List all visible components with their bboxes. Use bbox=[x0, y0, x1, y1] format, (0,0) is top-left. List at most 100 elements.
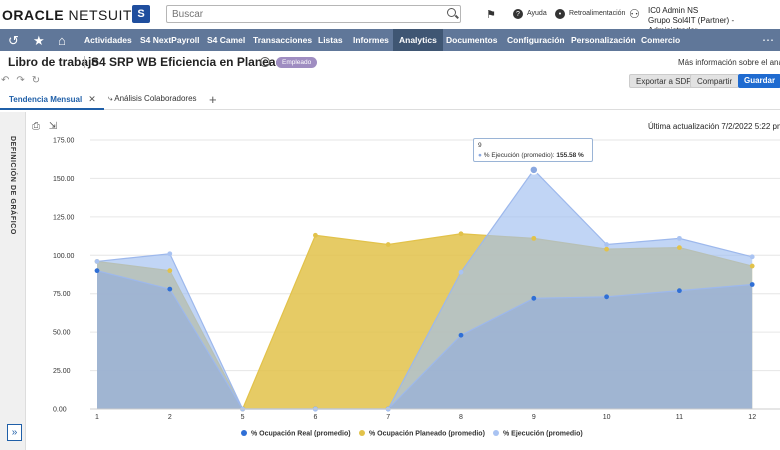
share-button[interactable]: Compartir bbox=[690, 74, 740, 88]
legend-label-execution: % Ejecución (promedio) bbox=[503, 430, 583, 438]
chart-tooltip: 9 ● % Ejecución (promedio): 155.58 % bbox=[473, 138, 593, 162]
save-button[interactable]: Guardar bbox=[738, 74, 780, 88]
nav-item-documentos[interactable]: Documentos bbox=[446, 29, 497, 51]
y-tick-label: 100.00 bbox=[53, 253, 75, 260]
company-logo[interactable]: S bbox=[132, 5, 150, 23]
refresh-icon[interactable]: ↻ bbox=[32, 75, 47, 86]
monthly-trend-area-chart[interactable]: 0.0025.0050.0075.00100.00125.00150.00175… bbox=[26, 130, 780, 426]
company-logo-text: S bbox=[137, 8, 145, 20]
point-real bbox=[167, 286, 173, 292]
x-tick-label: 12 bbox=[748, 414, 756, 421]
workbook-tabs: Tendencia Mensual ✕ ⤷ Análisis Colaborado… bbox=[0, 92, 780, 110]
tooltip-value: 155.58 % bbox=[556, 152, 584, 159]
feedback-link[interactable]: Retroalimentación bbox=[569, 10, 625, 17]
point-execution bbox=[458, 269, 464, 275]
nav-item-s4-nextpayroll[interactable]: S4 NextPayroll bbox=[140, 29, 200, 51]
point-planned bbox=[531, 235, 537, 241]
tab-label: Análisis Colaboradores bbox=[114, 94, 197, 103]
point-planned bbox=[749, 263, 755, 269]
chart-legend: % Ocupación Real (promedio) % Ocupación … bbox=[0, 430, 780, 442]
point-execution bbox=[677, 235, 682, 241]
undo-redo-icons: ↶↷↻ bbox=[1, 75, 47, 86]
role-badge: Empleado bbox=[276, 57, 318, 68]
y-tick-label: 0.00 bbox=[53, 407, 67, 414]
undo-icon[interactable]: ↶ bbox=[1, 75, 16, 86]
point-real bbox=[94, 268, 100, 274]
user-name: IC0 Admin NS bbox=[648, 6, 699, 15]
nav-more-icon[interactable]: ⋯ bbox=[762, 33, 774, 47]
nav-item-actividades[interactable]: Actividades bbox=[84, 29, 132, 51]
x-tick-label: 8 bbox=[459, 414, 463, 421]
help-icon[interactable]: ? bbox=[513, 9, 523, 19]
point-highlight bbox=[529, 165, 539, 175]
point-planned bbox=[677, 245, 682, 250]
user-role-icon[interactable]: ⚇ bbox=[629, 7, 640, 21]
nav-item-personalizacion[interactable]: Personalización bbox=[571, 29, 636, 51]
legend-label-planned: % Ocupación Planeado (promedio) bbox=[369, 430, 485, 438]
legend-dot-real bbox=[241, 430, 247, 436]
legend-dot-planned bbox=[359, 430, 365, 436]
legend-item-planned[interactable]: % Ocupación Planeado (promedio) bbox=[359, 430, 485, 438]
point-execution bbox=[604, 242, 609, 247]
close-tab-icon[interactable]: ✕ bbox=[88, 94, 96, 104]
y-tick-label: 75.00 bbox=[53, 291, 71, 298]
page-title-row: Libro de trabajo S4 SRP WB Eficiencia en… bbox=[0, 52, 780, 72]
point-real bbox=[458, 332, 464, 338]
recent-records-icon[interactable]: ⚑ bbox=[486, 8, 496, 21]
top-header: ORACLE NETSUITE S ⚑ ? Ayuda • Retroalime… bbox=[0, 0, 780, 35]
point-execution bbox=[94, 259, 100, 264]
x-tick-label: 9 bbox=[532, 414, 536, 421]
title-divider bbox=[84, 56, 85, 68]
favorites-star-icon[interactable]: ★ bbox=[33, 33, 45, 49]
point-planned bbox=[167, 268, 173, 274]
info-icon[interactable]: i bbox=[260, 57, 270, 67]
logo-oracle-text: ORACLE bbox=[2, 7, 65, 23]
global-search-input[interactable] bbox=[166, 5, 461, 23]
feedback-icon[interactable]: • bbox=[555, 9, 565, 19]
help-link[interactable]: Ayuda bbox=[527, 10, 547, 17]
legend-item-execution[interactable]: % Ejecución (promedio) bbox=[493, 430, 583, 438]
redo-icon[interactable]: ↷ bbox=[16, 75, 31, 86]
tooltip-row: ● % Ejecución (promedio): 155.58 % bbox=[478, 151, 588, 161]
y-tick-label: 150.00 bbox=[53, 176, 75, 183]
nav-item-analytics[interactable]: Analytics bbox=[393, 29, 443, 51]
history-icon[interactable]: ↺ bbox=[8, 33, 19, 49]
y-tick-label: 25.00 bbox=[53, 368, 71, 375]
netsuite-logo[interactable]: ORACLE NETSUITE bbox=[2, 7, 142, 23]
point-planned bbox=[458, 231, 464, 237]
y-tick-label: 175.00 bbox=[53, 138, 75, 145]
x-tick-label: 11 bbox=[676, 414, 683, 421]
nav-item-listas[interactable]: Listas bbox=[318, 29, 343, 51]
legend-item-real[interactable]: % Ocupación Real (promedio) bbox=[241, 430, 351, 438]
more-info-link[interactable]: Más información sobre el análisis bbox=[678, 58, 780, 67]
x-tick-label: 2 bbox=[168, 414, 172, 421]
point-real bbox=[531, 295, 537, 301]
export-sdf-button[interactable]: Exportar a SDF bbox=[629, 74, 699, 88]
search-icon[interactable] bbox=[447, 8, 456, 17]
action-toolbar: ↶↷↻ Exportar a SDF Compartir Guardar bbox=[0, 73, 780, 90]
nav-item-comercio[interactable]: Comercio bbox=[641, 29, 680, 51]
point-planned bbox=[604, 246, 609, 252]
add-tab-icon[interactable]: + bbox=[209, 92, 217, 107]
nav-item-transacciones[interactable]: Transacciones bbox=[253, 29, 312, 51]
nav-item-s4-camel[interactable]: S4 Camel bbox=[207, 29, 245, 51]
nav-item-configuracion[interactable]: Configuración bbox=[507, 29, 565, 51]
chart-definition-label[interactable]: DEFINICIÓN DE GRÁFICO bbox=[9, 136, 16, 235]
point-execution bbox=[749, 254, 755, 260]
nav-item-informes[interactable]: Informes bbox=[353, 29, 389, 51]
tab-tendencia-mensual[interactable]: Tendencia Mensual ✕ bbox=[0, 94, 104, 110]
point-planned bbox=[313, 232, 318, 238]
tab-label: Tendencia Mensual bbox=[9, 95, 83, 104]
x-tick-label: 5 bbox=[241, 414, 245, 421]
tab-analisis-colaboradores[interactable]: ⤷ Análisis Colaboradores bbox=[108, 94, 197, 110]
x-tick-label: 6 bbox=[313, 414, 317, 421]
home-icon[interactable]: ⌂ bbox=[58, 33, 66, 48]
point-real bbox=[677, 288, 682, 294]
chart-definition-panel[interactable]: DEFINICIÓN DE GRÁFICO » bbox=[0, 112, 26, 450]
x-tick-label: 10 bbox=[603, 414, 611, 421]
point-execution bbox=[167, 251, 173, 257]
tooltip-dot: ● bbox=[478, 152, 482, 159]
legend-dot-execution bbox=[493, 430, 499, 436]
y-tick-label: 125.00 bbox=[53, 214, 75, 221]
point-planned bbox=[385, 242, 391, 247]
